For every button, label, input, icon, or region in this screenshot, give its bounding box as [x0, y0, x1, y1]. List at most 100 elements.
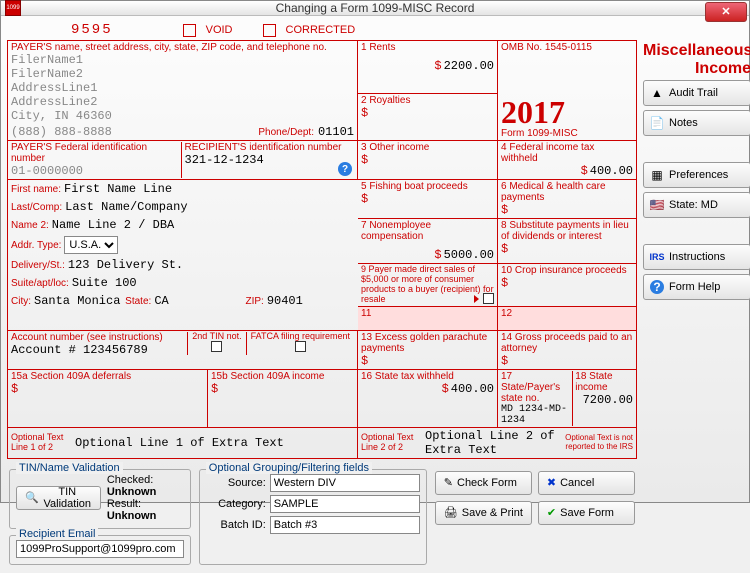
opt2-value[interactable]: Optional Line 2 of Extra Text: [425, 429, 559, 457]
print-icon: 🖨: [444, 506, 458, 519]
box14-value[interactable]: [501, 354, 633, 368]
batch-input[interactable]: [270, 516, 420, 534]
close-button[interactable]: ✕: [705, 2, 747, 22]
form-grid: PAYER'S name, street address, city, stat…: [7, 40, 637, 459]
suite-label: Suite/apt/loc:: [11, 278, 69, 289]
checked-label: Checked:: [107, 474, 153, 486]
payer-fid-label: PAYER'S Federal identification number: [11, 142, 181, 164]
box5-value[interactable]: [361, 192, 494, 206]
flag-icon: 🇺🇸: [650, 198, 664, 212]
box2-value[interactable]: [361, 106, 494, 120]
notes-icon: 📄: [650, 116, 664, 130]
box18-label: 18 State income: [575, 371, 633, 393]
box13-value[interactable]: [361, 354, 494, 368]
box7-value[interactable]: 5000.00: [361, 242, 494, 262]
box2-label: 2 Royalties: [361, 95, 494, 106]
check-form-button[interactable]: ✎Check Form: [435, 471, 532, 495]
triangle-warning-icon: ▲: [650, 86, 664, 100]
box10-value[interactable]: [501, 276, 633, 290]
last-name-input[interactable]: Last Name/Company: [65, 200, 355, 214]
box4-value[interactable]: 400.00: [501, 164, 633, 178]
payer-citystate: City, IN 46360: [11, 109, 354, 123]
box7-label: 7 Nonemployee compensation: [361, 220, 494, 242]
box10-label: 10 Crop insurance proceeds: [501, 265, 633, 276]
void-checkbox[interactable]: [183, 24, 196, 37]
form-header: 9595 VOID CORRECTED: [7, 20, 637, 40]
question-icon: ?: [650, 280, 664, 294]
box18-value[interactable]: 7200.00: [575, 393, 633, 407]
source-label: Source:: [206, 477, 266, 489]
delivery-label: Delivery/St.:: [11, 260, 65, 271]
notes-button[interactable]: 📄Notes: [643, 110, 750, 136]
void-label: VOID: [206, 24, 233, 36]
acct-value[interactable]: Account # 123456789: [11, 343, 187, 357]
audit-trail-button[interactable]: ▲Audit Trail: [643, 80, 750, 106]
grid-icon: ▦: [650, 168, 664, 182]
zip-input[interactable]: 90401: [267, 294, 355, 308]
recip-id-value[interactable]: 321-12-1234: [185, 153, 355, 167]
opt1-value[interactable]: Optional Line 1 of Extra Text: [75, 436, 284, 450]
addr-type-label: Addr. Type:: [11, 240, 61, 251]
payer-fid-value: 01-0000000: [11, 164, 181, 178]
save-print-button[interactable]: 🖨Save & Print: [435, 501, 532, 525]
addr-type-select[interactable]: U.S.A.: [64, 236, 118, 254]
box16-value[interactable]: 400.00: [361, 382, 494, 396]
cancel-icon: ✖: [547, 476, 556, 489]
recipient-email-fieldset: Recipient Email: [9, 535, 191, 565]
box1-value[interactable]: 2200.00: [361, 53, 494, 73]
payer-filer1: FilerName1: [11, 53, 354, 67]
cancel-button[interactable]: ✖Cancel: [538, 471, 635, 495]
opt2-label: Optional Text Line 2 of 2: [361, 433, 421, 453]
recip-id-label: RECIPIENT'S identification number: [185, 142, 355, 153]
box3-value[interactable]: [361, 153, 494, 167]
phone-dept-label: Phone/Dept:: [258, 127, 314, 138]
recipient-email-input[interactable]: [16, 540, 184, 558]
source-input[interactable]: [270, 474, 420, 492]
box8-label: 8 Substitute payments in lieu of dividen…: [501, 220, 633, 242]
checked-value: Unknown: [107, 486, 157, 498]
category-label: Category:: [206, 498, 266, 510]
optgroup-legend: Optional Grouping/Filtering fields: [206, 462, 372, 474]
state-button[interactable]: 🇺🇸State: MD: [643, 192, 750, 218]
first-name-label: First name:: [11, 184, 61, 195]
box15b-value[interactable]: [211, 382, 354, 396]
fatca-checkbox[interactable]: [295, 341, 306, 352]
tin2-checkbox[interactable]: [211, 341, 222, 352]
help-icon[interactable]: ?: [338, 162, 352, 176]
triangle-icon: [474, 295, 479, 303]
tin-validation-button[interactable]: 🔍TIN Validation: [16, 486, 101, 510]
box1-label: 1 Rents: [361, 42, 494, 53]
preferences-button[interactable]: ▦Preferences: [643, 162, 750, 188]
save-form-button[interactable]: ✔Save Form: [538, 501, 635, 525]
box13-label: 13 Excess golden parachute payments: [361, 332, 494, 354]
box17-value[interactable]: MD 1234-MD-1234: [501, 404, 570, 426]
box9-checkbox[interactable]: [483, 293, 494, 304]
name2-input[interactable]: Name Line 2 / DBA: [52, 218, 355, 232]
payer-phone: (888) 888-8888: [11, 125, 112, 139]
box15a-value[interactable]: [11, 382, 204, 396]
instructions-button[interactable]: IRSInstructions: [643, 244, 750, 270]
state-input[interactable]: CA: [154, 294, 242, 308]
tin2-label: 2nd TIN not.: [192, 332, 241, 342]
batch-label: Batch ID:: [206, 519, 266, 531]
box8-value[interactable]: [501, 242, 633, 256]
payer-addr1: AddressLine1: [11, 81, 354, 95]
box15a-label: 15a Section 409A deferrals: [11, 371, 204, 382]
corrected-label: CORRECTED: [286, 24, 356, 36]
box6-value[interactable]: [501, 203, 633, 217]
tin-validation-fieldset: TIN/Name Validation 🔍TIN Validation Chec…: [9, 469, 191, 529]
city-label: City:: [11, 296, 31, 307]
last-name-label: Last/Comp:: [11, 202, 62, 213]
corrected-checkbox[interactable]: [263, 24, 276, 37]
irs-icon: IRS: [650, 250, 664, 264]
titlebar: 1099 Changing a Form 1099-MISC Record ✕: [1, 1, 749, 16]
city-input[interactable]: Santa Monica: [34, 294, 122, 308]
delivery-input[interactable]: 123 Delivery St.: [68, 258, 355, 272]
first-name-input[interactable]: First Name Line: [64, 182, 355, 196]
payer-dept: 01101: [318, 125, 354, 139]
save-icon: ✔: [547, 506, 556, 519]
suite-input[interactable]: Suite 100: [72, 276, 355, 290]
category-input[interactable]: [270, 495, 420, 513]
box16-label: 16 State tax withheld: [361, 371, 494, 382]
form-help-button[interactable]: ?Form Help: [643, 274, 750, 300]
